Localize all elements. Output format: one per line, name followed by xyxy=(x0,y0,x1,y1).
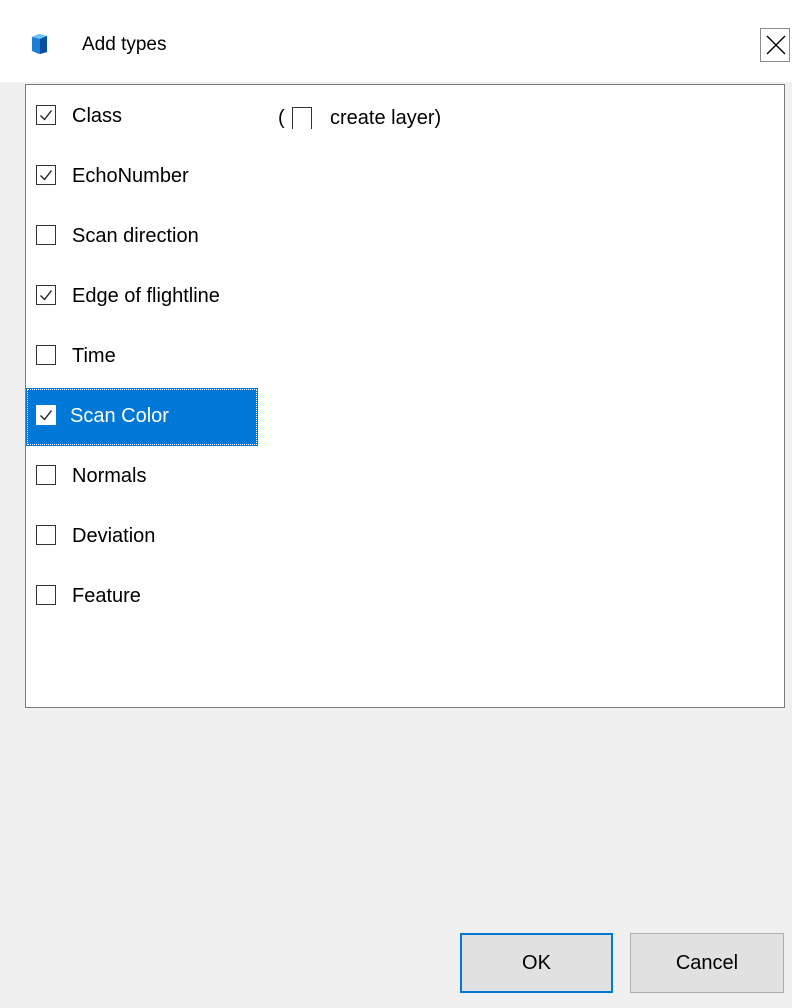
checkmark-icon xyxy=(40,410,53,421)
item-label: Time xyxy=(72,345,116,367)
item-label: Class xyxy=(72,105,123,127)
item-checkbox[interactable] xyxy=(36,105,56,125)
list-item[interactable]: Feature xyxy=(26,582,266,610)
item-label: Scan Color xyxy=(70,405,169,427)
item-checkbox[interactable] xyxy=(36,165,56,185)
list-item[interactable]: Scan Color xyxy=(26,388,266,446)
types-list[interactable]: Class EchoNumber Scan direction Edge of fli… xyxy=(25,84,785,708)
item-label: EchoNumber xyxy=(72,165,189,187)
create-layer-checkbox[interactable] xyxy=(292,107,312,129)
cancel-button[interactable]: Cancel xyxy=(630,933,784,993)
close-icon xyxy=(766,35,786,55)
title-bar: Add types xyxy=(0,0,792,82)
list-item[interactable]: Scan direction xyxy=(26,222,266,250)
item-label: Scan direction xyxy=(72,225,199,247)
window-title: Add types xyxy=(82,34,167,55)
item-checkbox[interactable] xyxy=(36,585,56,605)
item-checkbox[interactable] xyxy=(36,285,56,305)
app-cube-icon xyxy=(32,34,47,54)
list-item[interactable]: Class xyxy=(26,102,266,130)
list-item[interactable]: Deviation xyxy=(26,522,266,550)
list-item[interactable]: Edge of flightline xyxy=(26,282,266,310)
item-checkbox[interactable] xyxy=(36,405,56,425)
item-label: Normals xyxy=(72,465,147,487)
close-button[interactable] xyxy=(760,28,790,62)
item-checkbox[interactable] xyxy=(36,225,56,245)
item-checkbox[interactable] xyxy=(36,465,56,485)
list-item[interactable]: Time xyxy=(26,342,266,370)
ok-button[interactable]: OK xyxy=(460,933,613,993)
create-layer-label: create layer) xyxy=(330,107,442,129)
checkmark-icon xyxy=(40,170,53,181)
list-item[interactable]: EchoNumber xyxy=(26,162,266,190)
create-layer-open-paren: ( xyxy=(278,107,285,129)
item-checkbox[interactable] xyxy=(36,525,56,545)
item-checkbox[interactable] xyxy=(36,345,56,365)
checkmark-icon xyxy=(40,110,53,121)
item-label: Edge of flightline xyxy=(72,285,220,307)
list-item[interactable]: Normals xyxy=(26,462,266,490)
checkmark-icon xyxy=(40,290,53,301)
item-label: Feature xyxy=(72,585,141,607)
item-label: Deviation xyxy=(72,525,156,547)
